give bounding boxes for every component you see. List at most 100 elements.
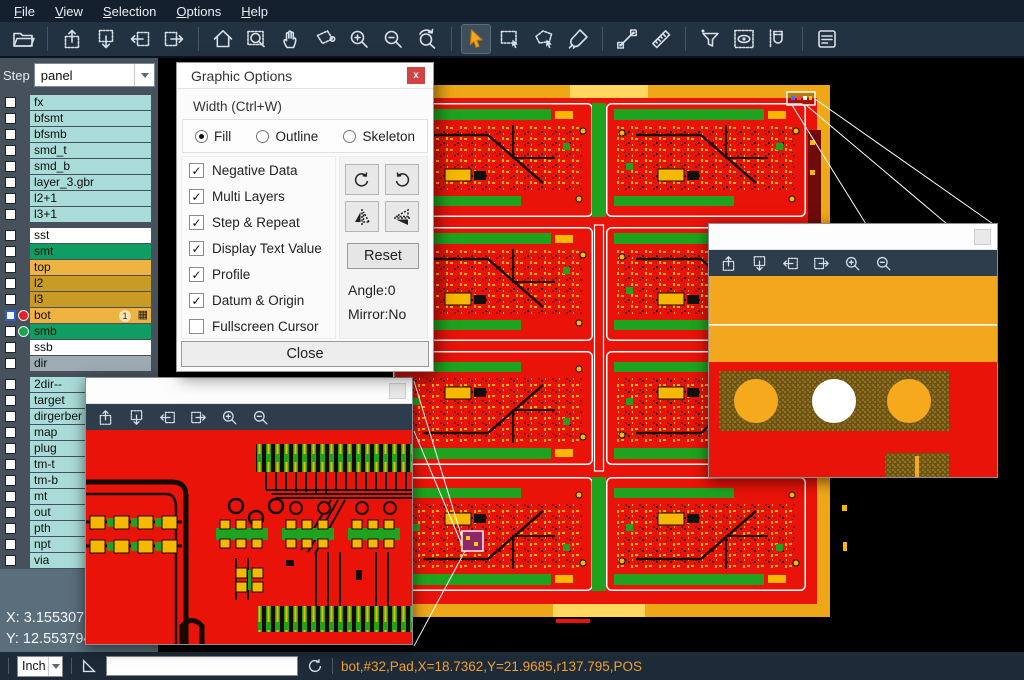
measure-line-button[interactable] xyxy=(612,24,642,54)
zoom-window-right[interactable] xyxy=(708,223,998,478)
window-button[interactable] xyxy=(389,383,406,399)
mirror-vertical-button[interactable] xyxy=(345,201,379,232)
snap-magnet-button[interactable] xyxy=(763,24,793,54)
layer-label[interactable]: smd_b xyxy=(30,159,151,174)
reset-button[interactable]: Reset xyxy=(347,243,419,269)
zoom-previous-button[interactable] xyxy=(412,24,442,54)
view-filter-eye-button[interactable] xyxy=(729,24,759,54)
checkbox-box[interactable]: ✓ xyxy=(189,215,204,230)
layer-checkbox[interactable] xyxy=(5,358,16,369)
close-icon[interactable]: x xyxy=(407,67,425,84)
checkbox-box[interactable]: ✓ xyxy=(189,189,204,204)
zoom-out-button[interactable] xyxy=(872,252,894,274)
layer-checkbox[interactable] xyxy=(5,555,16,566)
close-button[interactable]: Close xyxy=(181,341,429,367)
select-poly-button[interactable] xyxy=(529,24,559,54)
pan-up-button[interactable] xyxy=(717,252,739,274)
layer-checkbox[interactable] xyxy=(5,246,16,257)
zoom-window-button[interactable] xyxy=(242,24,272,54)
layer-row-smb[interactable]: smb xyxy=(0,324,158,339)
zoom-window-title-bar[interactable] xyxy=(709,224,997,250)
window-button[interactable] xyxy=(974,229,991,245)
radio-circle[interactable] xyxy=(256,130,269,143)
layer-label[interactable]: layer_3.gbr xyxy=(30,175,151,190)
pan-right-button[interactable] xyxy=(187,406,209,428)
checkbox-display-text-value[interactable]: ✓Display Text Value xyxy=(189,241,322,256)
layer-checkbox[interactable] xyxy=(5,209,16,220)
layer-row-ssb[interactable]: ssb xyxy=(0,340,158,355)
layer-row-l3[interactable]: l3 xyxy=(0,292,158,307)
layer-checkbox[interactable] xyxy=(5,230,16,241)
layer-row-smt[interactable]: smt xyxy=(0,244,158,259)
radio-circle[interactable] xyxy=(343,130,356,143)
layer-label[interactable]: l2 xyxy=(30,276,151,291)
layer-row-smd_b[interactable]: smd_b xyxy=(0,159,158,174)
layer-checkbox[interactable] xyxy=(5,443,16,454)
home-button[interactable] xyxy=(208,24,238,54)
menu-selection[interactable]: Selection xyxy=(93,2,166,21)
command-input[interactable] xyxy=(106,656,298,676)
pan-down-button[interactable] xyxy=(91,24,121,54)
layer-label[interactable]: l3+1 xyxy=(30,207,151,222)
layer-checkbox[interactable] xyxy=(5,491,16,502)
radio-circle[interactable] xyxy=(195,130,208,143)
mirror-horizontal-button[interactable] xyxy=(385,201,419,232)
checkbox-negative-data[interactable]: ✓Negative Data xyxy=(189,163,298,178)
layer-label[interactable]: bfsmb xyxy=(30,127,151,142)
pan-left-button[interactable] xyxy=(156,406,178,428)
layer-checkbox[interactable] xyxy=(5,262,16,273)
layer-checkbox[interactable] xyxy=(5,97,16,108)
layer-label[interactable]: bot1▦ xyxy=(30,308,151,323)
layer-checkbox[interactable] xyxy=(5,459,16,470)
layer-label[interactable]: smb xyxy=(30,324,151,339)
layer-checkbox[interactable] xyxy=(5,539,16,550)
layer-checkbox[interactable] xyxy=(5,161,16,172)
open-folder-button[interactable] xyxy=(8,24,38,54)
layer-checkbox[interactable] xyxy=(5,507,16,518)
layer-checkbox[interactable] xyxy=(5,278,16,289)
layer-row-top[interactable]: top xyxy=(0,260,158,275)
measure-ruler-button[interactable] xyxy=(646,24,676,54)
layer-row-bot[interactable]: bot1▦ xyxy=(0,308,158,323)
zoom-area-button[interactable] xyxy=(310,24,340,54)
pan-hand-button[interactable] xyxy=(276,24,306,54)
layer-checkbox[interactable] xyxy=(5,427,16,438)
pan-right-button[interactable] xyxy=(810,252,832,274)
origin-corner-icon[interactable] xyxy=(80,657,98,675)
layer-label[interactable]: fx xyxy=(30,95,151,110)
layer-label[interactable]: ssb xyxy=(30,340,151,355)
pan-right-button[interactable] xyxy=(159,24,189,54)
refresh-icon[interactable] xyxy=(306,657,324,675)
layer-row-bfsmt[interactable]: bfsmt xyxy=(0,111,158,126)
layer-checkbox[interactable] xyxy=(5,411,16,422)
step-dropdown[interactable]: panel xyxy=(34,63,155,87)
layer-checkbox[interactable] xyxy=(5,326,16,337)
layer-label[interactable]: dir xyxy=(30,356,151,371)
pan-down-button[interactable] xyxy=(125,406,147,428)
checkbox-fullscreen-cursor[interactable]: Fullscreen Cursor xyxy=(189,319,319,334)
checkbox-multi-layers[interactable]: ✓Multi Layers xyxy=(189,189,285,204)
dialog-title-bar[interactable]: Graphic Options x xyxy=(177,63,433,89)
checkbox-box[interactable]: ✓ xyxy=(189,267,204,282)
rotate-cw-button[interactable] xyxy=(345,164,379,195)
layer-checkbox[interactable] xyxy=(5,523,16,534)
zoom-out-button[interactable] xyxy=(378,24,408,54)
layer-label[interactable]: top xyxy=(30,260,151,275)
rotate-ccw-button[interactable] xyxy=(385,164,419,195)
layer-checkbox[interactable] xyxy=(5,379,16,390)
layer-label[interactable]: smt xyxy=(30,244,151,259)
checkbox-box[interactable] xyxy=(189,319,204,334)
layer-grid-icon[interactable]: ▦ xyxy=(138,309,148,322)
layer-label[interactable]: sst xyxy=(30,228,151,243)
layer-label[interactable]: smd_t xyxy=(30,143,151,158)
menu-view[interactable]: View xyxy=(45,2,93,21)
radio-outline[interactable]: Outline xyxy=(256,129,318,144)
layers-panel-button[interactable] xyxy=(812,24,842,54)
pan-up-button[interactable] xyxy=(57,24,87,54)
zoom-window-title-bar[interactable] xyxy=(86,378,412,404)
layer-checkbox[interactable] xyxy=(5,177,16,188)
layer-row-l2+1[interactable]: l2+1 xyxy=(0,191,158,206)
radio-skeleton[interactable]: Skeleton xyxy=(343,129,415,144)
layer-checkbox[interactable] xyxy=(5,395,16,406)
layer-label[interactable]: bfsmt xyxy=(30,111,151,126)
